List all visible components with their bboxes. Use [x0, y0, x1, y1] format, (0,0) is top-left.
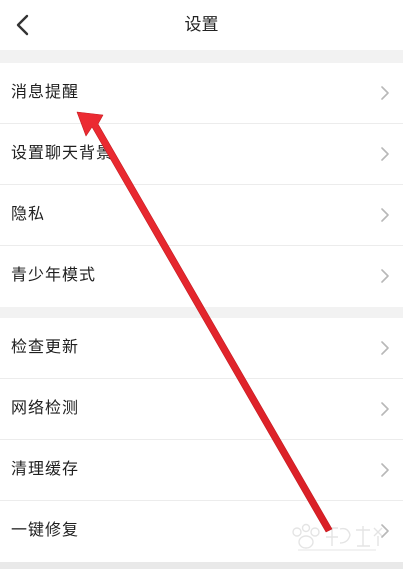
settings-item-privacy[interactable]: 隐私 — [0, 185, 403, 246]
settings-item-label: 设置聊天背景 — [11, 143, 114, 162]
chevron-right-icon — [381, 341, 389, 355]
settings-item-clear-cache[interactable]: 清理缓存 — [0, 440, 403, 501]
settings-item-label: 隐私 — [11, 204, 46, 223]
chevron-right-icon — [381, 269, 389, 283]
settings-item-teen-mode[interactable]: 青少年模式 — [0, 246, 403, 307]
chevron-right-icon — [381, 402, 389, 416]
page-title: 设置 — [184, 15, 219, 35]
chevron-right-icon — [381, 208, 389, 222]
settings-item-network-check[interactable]: 网络检测 — [0, 379, 403, 440]
settings-item-chat-background[interactable]: 设置聊天背景 — [0, 124, 403, 185]
top-bar: 设置 — [0, 0, 403, 50]
settings-item-label: 一键修复 — [11, 520, 80, 539]
bottom-edge — [0, 562, 403, 569]
chevron-right-icon — [381, 463, 389, 477]
settings-item-check-update[interactable]: 检查更新 — [0, 318, 403, 379]
watermark-logo — [292, 523, 383, 551]
settings-item-label: 网络检测 — [11, 398, 80, 417]
chevron-right-icon — [381, 147, 389, 161]
settings-screen: 设置 消息提醒 设置聊天背景 隐私 青少年模式 检查更新 网络检测 清理缓存 一… — [0, 0, 403, 569]
settings-item-label: 检查更新 — [11, 337, 80, 356]
settings-item-label: 青少年模式 — [11, 265, 97, 284]
settings-item-label: 消息提醒 — [11, 82, 80, 101]
chevron-right-icon — [381, 86, 389, 100]
settings-item-message-reminder[interactable]: 消息提醒 — [0, 63, 403, 124]
settings-item-label: 清理缓存 — [11, 459, 80, 478]
settings-group-general: 消息提醒 设置聊天背景 隐私 青少年模式 — [0, 63, 403, 307]
